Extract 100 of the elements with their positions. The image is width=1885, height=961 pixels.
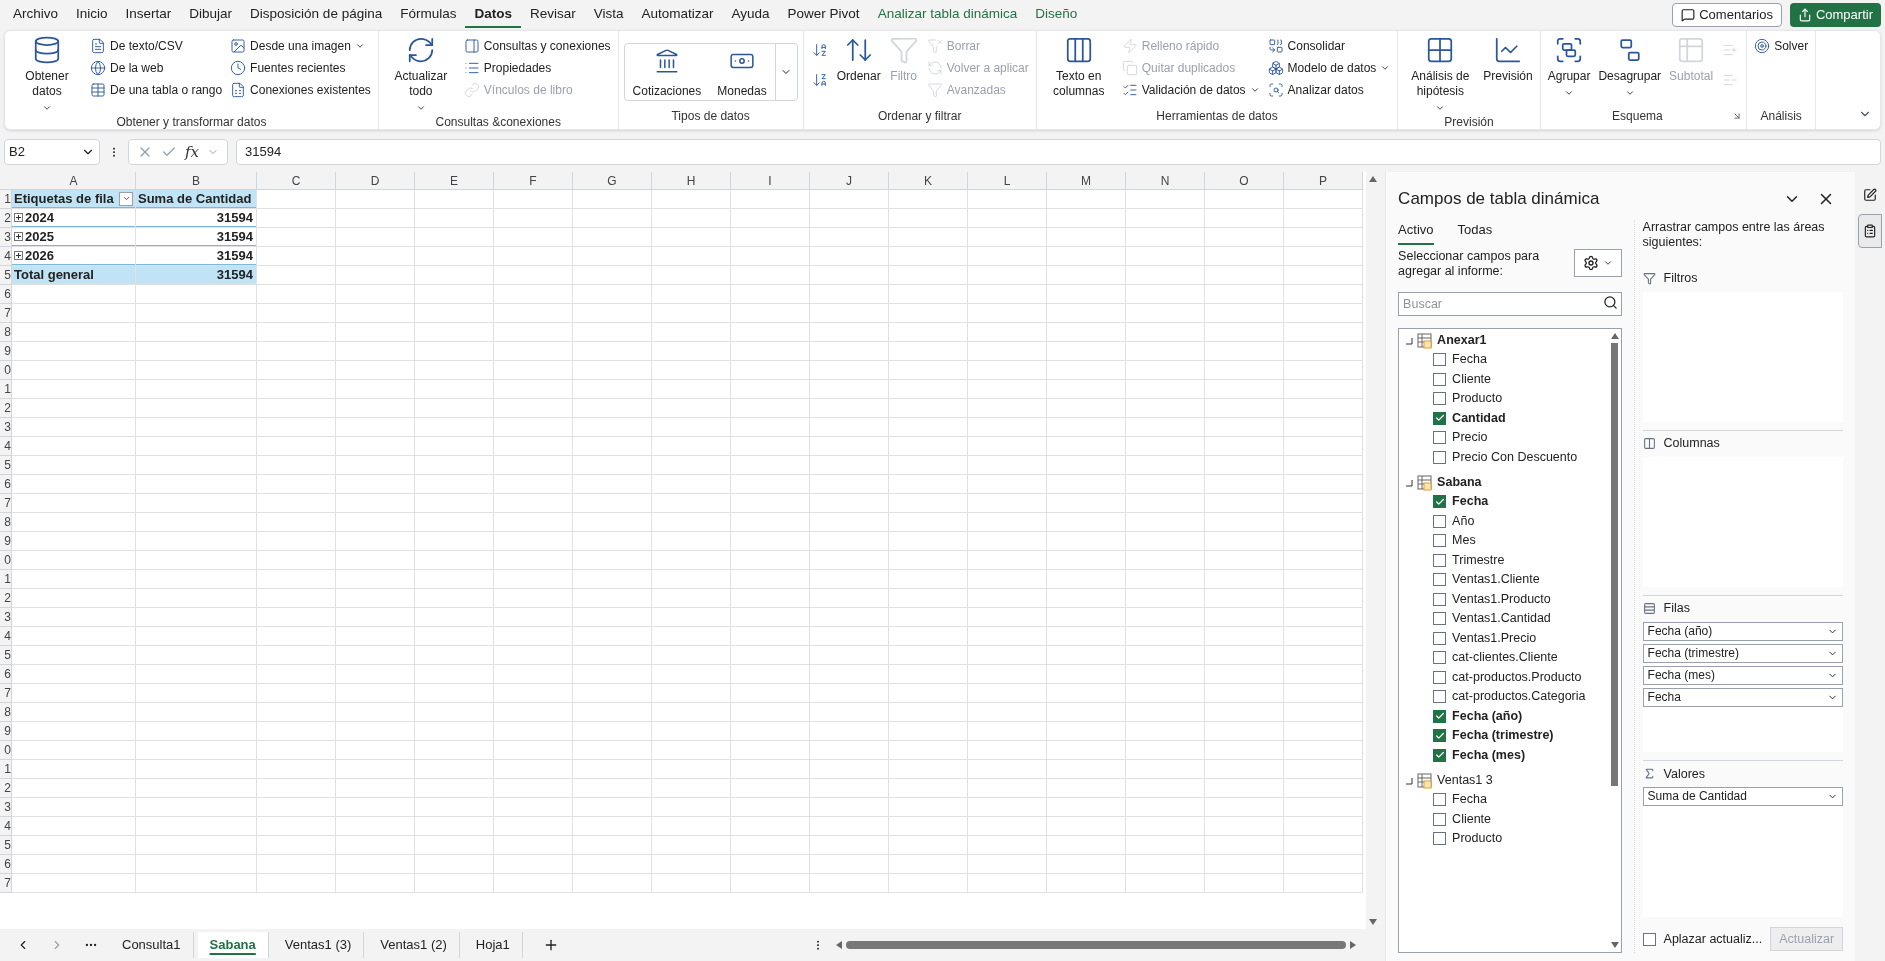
menu-tab[interactable]: Analizar tabla dinámica <box>868 2 1027 28</box>
menu-tab[interactable]: Fórmulas <box>391 2 466 28</box>
column-header[interactable]: A <box>12 172 136 189</box>
row-number[interactable]: 0 <box>0 741 12 760</box>
collapse-icon[interactable] <box>1405 776 1414 785</box>
collapse-icon[interactable] <box>1405 336 1414 345</box>
field-name[interactable]: Año <box>1452 511 1475 531</box>
menu-tab[interactable]: Inicio <box>67 2 117 28</box>
row-number[interactable]: 5 <box>0 646 12 665</box>
settings-button[interactable] <box>1573 249 1622 277</box>
field-name[interactable]: Trimestre <box>1452 550 1505 570</box>
menu-tab[interactable]: Revisar <box>520 2 585 28</box>
row-number[interactable]: 2 <box>0 209 12 228</box>
area-field-dropdown[interactable]: Fecha (trimestre) <box>1642 643 1844 663</box>
ribbon-button[interactable]: Modelo de datos <box>1265 57 1393 79</box>
comments-button[interactable]: Comentarios <box>1672 3 1782 27</box>
row-number[interactable]: 4 <box>0 817 12 836</box>
ribbon-button[interactable]: Consultas y conexiones <box>461 35 613 57</box>
menu-tab[interactable]: Automatizar <box>632 2 723 28</box>
pane-icon[interactable] <box>1863 188 1878 202</box>
row-number[interactable]: 2 <box>0 399 12 418</box>
field-name[interactable]: Ventas1.Cliente <box>1452 570 1540 590</box>
field-name[interactable]: Ventas1.Cantidad <box>1452 609 1551 629</box>
expand-icon[interactable] <box>14 213 23 222</box>
field-name[interactable]: Producto <box>1452 829 1503 849</box>
row-number[interactable]: 3 <box>0 228 12 247</box>
row-number[interactable]: 5 <box>0 456 12 475</box>
ribbon-button[interactable]: Ordenar <box>834 35 883 84</box>
insert-function-button[interactable]: fx <box>185 140 199 164</box>
field-name[interactable]: Ventas1.Precio <box>1452 628 1537 648</box>
field-name[interactable]: Ventas1.Producto <box>1452 589 1551 609</box>
row-number[interactable]: 4 <box>0 627 12 646</box>
checkbox[interactable] <box>1433 372 1447 386</box>
column-header[interactable]: J <box>810 172 889 189</box>
checkbox[interactable] <box>1433 729 1447 743</box>
ribbon-button[interactable]: Agrupar <box>1545 35 1593 98</box>
field-name[interactable]: cat-clientes.Cliente <box>1452 648 1558 668</box>
area-field-dropdown[interactable]: Suma de Cantidad <box>1642 786 1844 806</box>
column-header[interactable]: I <box>731 172 810 189</box>
ribbon-button[interactable]: Fuentes recientes <box>228 57 373 79</box>
data-type-button[interactable]: Cotizaciones <box>624 44 710 100</box>
row-number[interactable]: 0 <box>0 551 12 570</box>
row-number[interactable]: 1 <box>0 760 12 779</box>
row-number[interactable]: 6 <box>0 475 12 494</box>
column-header[interactable]: B <box>136 172 257 189</box>
ribbon-button[interactable]: De una tabla o rango <box>88 79 225 101</box>
menu-tab[interactable]: Dibujar <box>180 2 242 28</box>
checkbox[interactable] <box>1433 534 1447 548</box>
row-number[interactable]: 8 <box>0 513 12 532</box>
table-name[interactable]: Sabana <box>1437 473 1482 492</box>
row-number[interactable]: 8 <box>0 323 12 342</box>
table-name[interactable]: Ventas1 3 <box>1437 771 1493 790</box>
expand-icon[interactable] <box>14 232 23 241</box>
ribbon-button[interactable]: Texto en columnas <box>1041 35 1116 99</box>
row-number[interactable]: 6 <box>0 665 12 684</box>
drop-area[interactable]: Fecha (año) Fecha (trimestre) Fecha (mes) Fecha <box>1642 621 1844 752</box>
checkbox[interactable] <box>1433 709 1447 723</box>
ribbon-button[interactable]: Obtener datos <box>10 35 84 113</box>
row-number[interactable]: 2 <box>0 589 12 608</box>
drop-area[interactable]: Suma de Cantidad <box>1642 786 1844 917</box>
collapse-icon[interactable] <box>1405 478 1414 487</box>
row-number[interactable]: 3 <box>0 608 12 627</box>
name-box[interactable]: B2 <box>4 139 100 165</box>
field-name[interactable]: Fecha <box>1452 790 1487 810</box>
menu-tab[interactable]: Power Pivot <box>778 2 869 28</box>
column-header[interactable]: K <box>889 172 968 189</box>
defer-update-label[interactable]: Aplazar actualiz... <box>1663 929 1763 949</box>
scroll-up-icon[interactable] <box>1610 333 1619 339</box>
sheet-tab[interactable]: Sabana <box>197 932 269 958</box>
scroll-right-icon[interactable] <box>1350 941 1357 949</box>
scroll-down-icon[interactable] <box>1610 942 1619 948</box>
checkbox[interactable] <box>1433 495 1447 509</box>
row-number[interactable]: 1 <box>0 380 12 399</box>
scroll-down-icon[interactable] <box>1369 919 1378 925</box>
field-name[interactable]: Producto <box>1452 389 1503 409</box>
ribbon-button[interactable]: Analizar datos <box>1265 79 1393 101</box>
column-header[interactable]: O <box>1205 172 1284 189</box>
panel-tab[interactable]: Todas <box>1457 219 1493 245</box>
checkbox[interactable] <box>1433 514 1447 528</box>
table-name[interactable]: Anexar1 <box>1437 331 1487 350</box>
scroll-up-icon[interactable] <box>1369 176 1378 182</box>
row-number[interactable]: 5 <box>0 836 12 855</box>
ribbon-button[interactable]: Solver <box>1752 35 1811 57</box>
checkbox[interactable] <box>1433 553 1447 567</box>
row-number[interactable]: 6 <box>0 285 12 304</box>
row-number[interactable]: 7 <box>0 684 12 703</box>
field-name[interactable]: Fecha (trimestre) <box>1452 726 1554 746</box>
expand-icon[interactable] <box>14 251 23 260</box>
checkbox[interactable] <box>1642 932 1656 946</box>
checkbox[interactable] <box>1433 670 1447 684</box>
column-header[interactable]: G <box>573 172 652 189</box>
row-number[interactable]: 7 <box>0 874 12 893</box>
checkbox[interactable] <box>1433 651 1447 665</box>
checkbox[interactable] <box>1433 353 1447 367</box>
ribbon-button[interactable]: Propiedades <box>461 57 613 79</box>
column-header[interactable]: H <box>652 172 731 189</box>
checkbox[interactable] <box>1433 431 1447 445</box>
column-header[interactable]: M <box>1047 172 1126 189</box>
sheet-tab[interactable]: Consulta1 <box>110 932 194 958</box>
formula-input[interactable]: 31594 <box>236 139 1881 165</box>
